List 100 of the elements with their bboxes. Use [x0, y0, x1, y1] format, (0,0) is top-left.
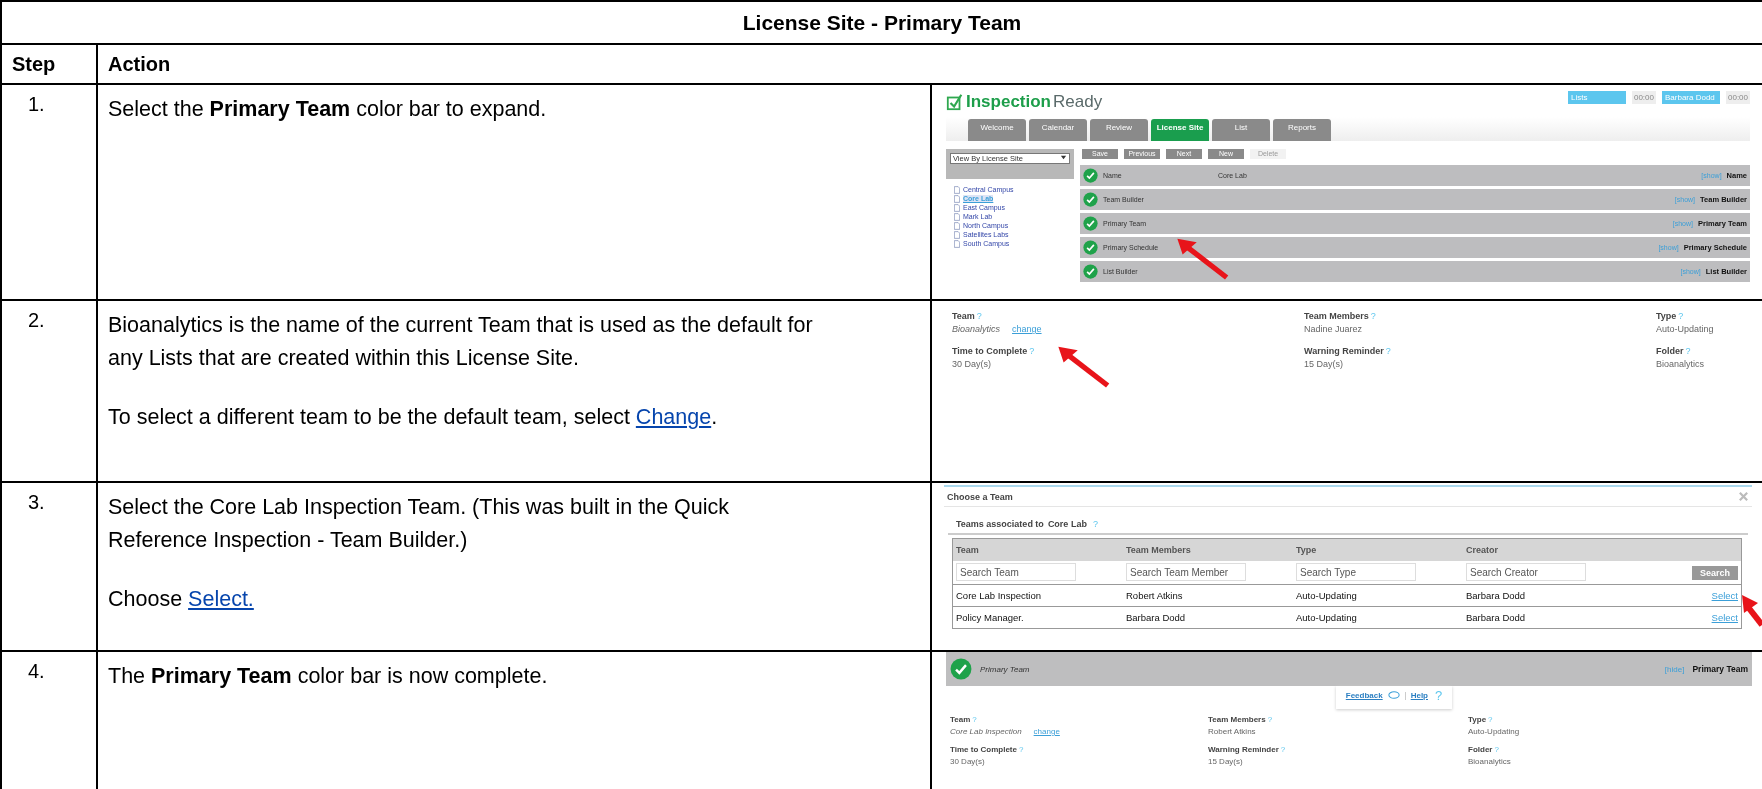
caret-icon [1060, 154, 1067, 161]
help-icon[interactable]: ? [1435, 688, 1443, 703]
link[interactable]: Select. [188, 587, 254, 611]
search-field[interactable]: Search Type [1296, 563, 1416, 582]
change-link[interactable]: change [1012, 324, 1042, 334]
help-icon[interactable]: ? [1385, 346, 1391, 356]
check-circle-icon [1083, 264, 1098, 279]
help-icon[interactable]: ? [1488, 715, 1493, 724]
nav-tab[interactable]: Reports [1273, 119, 1331, 141]
field-label: Team Members [1304, 311, 1369, 321]
nav-tab[interactable]: Review [1090, 119, 1148, 141]
speech-bubble-icon [1387, 691, 1400, 700]
pointer-arrow [1056, 345, 1110, 389]
table-cell: Core Lab Inspection [952, 584, 1123, 607]
column-header: Creator [1463, 538, 1633, 561]
select-link[interactable]: Select [1711, 612, 1738, 623]
table-cell: Robert Atkins [1123, 584, 1293, 607]
nav-tab[interactable]: List [1212, 119, 1270, 141]
help-icon[interactable]: ? [1092, 519, 1098, 529]
field-value: Auto-Updating [1468, 727, 1520, 736]
field-value: Bioanalytics [1468, 757, 1511, 766]
dialog-subtitle: Teams associated to [956, 519, 1044, 529]
nav-tab[interactable]: Calendar [1029, 119, 1087, 141]
bar-title: Primary Team [1692, 664, 1749, 674]
instruction-text: To select a different team to be the default team, select Change. [108, 404, 719, 431]
help-icon[interactable]: ? [976, 311, 982, 321]
table-cell: Barbara Dodd [1463, 584, 1633, 607]
column-header: Type [1293, 538, 1463, 561]
pointer-arrow [1175, 237, 1229, 281]
search-field[interactable]: Search Creator [1466, 563, 1586, 582]
field-label: Folder [1468, 745, 1493, 754]
bar-label: Primary Team [980, 664, 1030, 674]
step-number: 4. [1, 651, 97, 789]
field-value: Core Lab Inspection [950, 727, 1022, 736]
field-label: Type [1656, 311, 1677, 321]
nav-tab[interactable]: License Site [1151, 119, 1209, 141]
help-icon[interactable]: ? [1370, 311, 1376, 321]
search-field[interactable]: Search Team Member [1126, 563, 1246, 582]
instruction-text: Select the Core Lab Inspection Team. (This was built in the Quick Reference Inspection - Team Builder.) [108, 494, 731, 554]
field-value: Robert Atkins [1208, 727, 1256, 736]
app-logo: Inspection Ready [946, 87, 1103, 117]
table-title: License Site - Primary Team [1, 1, 1762, 44]
search-field[interactable]: Search Team [956, 563, 1076, 582]
help-icon[interactable]: ? [1029, 346, 1035, 356]
field-label: Time to Complete [952, 346, 1028, 356]
help-icon[interactable]: ? [1267, 715, 1273, 724]
user-pill[interactable]: Lists [1567, 91, 1626, 104]
link[interactable]: Change [635, 405, 712, 429]
column-header: Team [952, 538, 1123, 561]
field-label: Folder [1656, 346, 1684, 356]
user-pill[interactable]: Barbara Dodd [1662, 91, 1720, 104]
time-text: 00:00 [1631, 91, 1656, 104]
column-header: Team Members [1123, 538, 1293, 561]
field-value: Bioanalytics [1656, 359, 1705, 369]
field-value: Nadine Juarez [1304, 324, 1363, 334]
step-number: 3. [1, 482, 97, 651]
check-circle-icon [950, 658, 972, 680]
field-label: Warning Reminder [1208, 745, 1279, 754]
field-label: Team [952, 311, 975, 321]
field-label: Team [950, 715, 971, 724]
help-icon[interactable]: ? [972, 715, 977, 724]
change-link[interactable]: change [1033, 727, 1060, 736]
dialog-title: Choose a Team [947, 491, 1013, 502]
help-icon[interactable]: ? [1678, 311, 1684, 321]
column-header: Step [1, 44, 97, 84]
help-icon[interactable]: ? [1494, 745, 1499, 754]
help-icon[interactable]: ? [1685, 346, 1691, 356]
help-icon[interactable]: ? [1280, 745, 1286, 754]
field-value: Auto-Updating [1656, 324, 1714, 334]
table-cell: Barbara Dodd [1123, 606, 1293, 629]
nav-tab[interactable]: Welcome [968, 119, 1026, 141]
time-text: 00:00 [1726, 91, 1751, 104]
check-circle-icon [1083, 192, 1098, 207]
check-circle-icon [1083, 168, 1098, 183]
check-circle-icon [1083, 240, 1098, 255]
field-value: 15 Day(s) [1304, 359, 1343, 369]
table-cell: Auto-Updating [1293, 606, 1463, 629]
field-value: 30 Day(s) [950, 757, 985, 766]
search-button[interactable]: Search [1691, 565, 1738, 580]
select-link[interactable]: Select [1711, 590, 1738, 601]
checkbox-icon [946, 93, 964, 111]
instruction-text: Select the Primary Team color bar to expand. [108, 96, 548, 123]
step-number: 2. [1, 300, 97, 482]
pointer-arrow [1740, 593, 1762, 627]
field-label: Type [1468, 715, 1487, 724]
instruction-text: The Primary Team color bar is now complete. [108, 663, 549, 690]
close-icon[interactable] [1738, 491, 1750, 502]
table-cell: Barbara Dodd [1463, 606, 1633, 629]
instruction-text: Choose Select. [108, 586, 255, 613]
field-label: Team Members [1208, 715, 1266, 724]
instruction-text: Bioanalytics is the name of the current Team that is used as the default for any Lists that are created within this License Site. [108, 312, 814, 372]
field-value: Bioanalytics [952, 324, 1001, 334]
help-icon[interactable]: ? [1019, 745, 1024, 754]
color-bar[interactable]: Primary Team [hide] Primary Team [946, 652, 1753, 686]
help-link[interactable]: Help [1410, 691, 1428, 700]
field-value: 30 Day(s) [952, 359, 991, 369]
feedback-link[interactable]: Feedback [1345, 691, 1383, 700]
site-name: Core Lab [1047, 519, 1087, 529]
step-number: 1. [1, 84, 97, 300]
hide-link[interactable]: [hide] [1664, 664, 1685, 674]
